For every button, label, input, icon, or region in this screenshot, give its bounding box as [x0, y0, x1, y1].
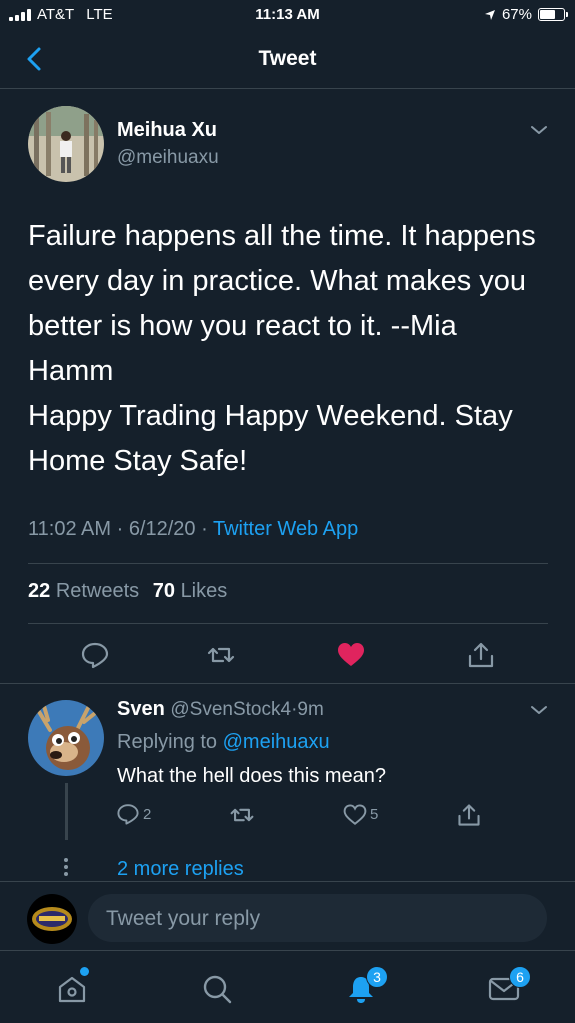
- retweets-count[interactable]: 22: [28, 580, 50, 602]
- retweets-label[interactable]: Retweets: [56, 580, 139, 602]
- author-name[interactable]: Meihua Xu: [117, 119, 217, 142]
- avatar-logo-image: [27, 894, 77, 944]
- author-avatar[interactable]: [28, 106, 104, 182]
- tweet-text-line: Happy Trading Happy Weekend. Stay: [28, 400, 513, 432]
- home-icon[interactable]: [56, 973, 88, 1005]
- reply-reply-icon[interactable]: [116, 802, 140, 826]
- tweet-text-line: better is how you react to it. --Mia: [28, 310, 457, 342]
- status-bar: AT&T LTE 11:13 AM 67%: [0, 0, 575, 30]
- battery-fill: [540, 10, 556, 19]
- reply-text: What the hell does this mean?: [117, 765, 387, 787]
- page-title: Tweet: [258, 47, 317, 70]
- reply-reply-count: 2: [143, 806, 152, 823]
- likes-count[interactable]: 70: [153, 580, 175, 602]
- bottom-tab-bar: 3 6: [0, 950, 575, 1023]
- reply-age: 9m: [297, 699, 324, 720]
- tweet-meta: 11:02 AM · 6/12/20 · Twitter Web App: [28, 518, 358, 541]
- share-icon[interactable]: [466, 640, 496, 670]
- location-arrow-icon: [484, 9, 495, 20]
- replying-to: Replying to @meihuaxu: [117, 731, 330, 754]
- reply-options-chevron-icon[interactable]: [528, 702, 550, 718]
- notifications-badge: 3: [366, 966, 388, 988]
- meta-separator: ·: [116, 518, 129, 540]
- reply-author-avatar[interactable]: [28, 700, 104, 776]
- like-heart-icon[interactable]: [336, 640, 366, 670]
- avatar-photo: [28, 106, 104, 182]
- reply-header: Sven @SvenStock4·9m: [117, 698, 324, 721]
- tweet-text-line: every day in practice. What makes you: [28, 265, 527, 297]
- divider: [0, 683, 575, 684]
- tweet-reply-input[interactable]: Tweet your reply: [88, 894, 547, 942]
- reply-like-count: 5: [370, 806, 379, 823]
- tweet-text-line: Failure happens all the time. It happens: [28, 220, 536, 252]
- reply-author-name[interactable]: Sven: [117, 698, 165, 720]
- reply-icon[interactable]: [80, 640, 110, 670]
- reply-retweet-icon[interactable]: [229, 802, 255, 828]
- battery-icon: [538, 8, 568, 21]
- home-new-dot: [80, 967, 89, 976]
- replying-to-handle[interactable]: @meihuaxu: [223, 731, 330, 753]
- avatar-reindeer-image: [28, 700, 104, 776]
- more-replies-link[interactable]: 2 more replies: [117, 858, 244, 881]
- divider: [0, 881, 575, 882]
- my-avatar[interactable]: [27, 894, 77, 944]
- tweet-time: 11:02 AM: [28, 518, 112, 540]
- retweet-icon[interactable]: [206, 640, 236, 670]
- replying-to-label: Replying to: [117, 731, 218, 753]
- meta-separator: ·: [201, 518, 213, 540]
- nav-header: Tweet: [0, 30, 575, 89]
- divider: [28, 563, 548, 564]
- tweet-source-link[interactable]: Twitter Web App: [213, 518, 358, 540]
- divider: [28, 623, 548, 624]
- status-right: 67%: [484, 6, 568, 23]
- reply-like-icon[interactable]: [343, 803, 367, 827]
- author-handle[interactable]: @meihuaxu: [117, 147, 219, 169]
- more-dots-icon: [64, 858, 69, 876]
- messages-badge: 6: [509, 966, 531, 988]
- tweet-text-line: Home Stay Safe!: [28, 445, 248, 477]
- battery-percent: 67%: [501, 6, 532, 23]
- tweet-stats: 22 Retweets 70 Likes: [28, 580, 227, 603]
- tweet-date: 6/12/20: [128, 518, 196, 540]
- tweet-options-chevron-icon[interactable]: [528, 122, 550, 138]
- tweet-text: Failure happens all the time. It happens…: [28, 214, 558, 484]
- search-icon[interactable]: [201, 973, 233, 1005]
- thread-line: [65, 783, 68, 840]
- tweet-text-line: Hamm: [28, 355, 114, 387]
- likes-label[interactable]: Likes: [181, 580, 228, 602]
- reply-author-handle[interactable]: @SvenStock4: [170, 699, 291, 720]
- reply-share-icon[interactable]: [456, 802, 482, 828]
